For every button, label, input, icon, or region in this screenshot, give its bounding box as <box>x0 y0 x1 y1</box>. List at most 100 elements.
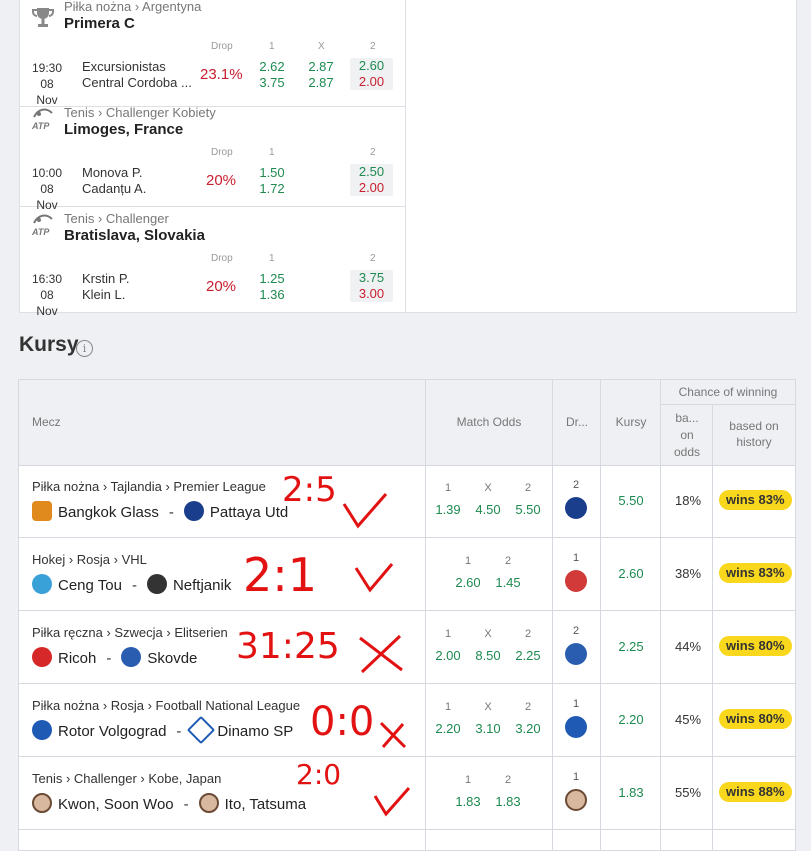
ceng-tou-logo-icon <box>32 574 52 594</box>
drop-header: Drop <box>211 147 233 158</box>
match-teams[interactable]: Rotor Volgograd - Dinamo SP <box>32 715 293 745</box>
match-path[interactable]: Piłka nożna › Rosja › Football National … <box>32 698 300 713</box>
drop-item[interactable]: Piłka nożna › Argentyna Primera C Drop 1… <box>20 0 407 107</box>
odds-table: Mecz Match Odds Dr... Kursy Chance of wi… <box>18 379 796 851</box>
odds-header-2: 2 <box>370 147 376 158</box>
odds-col-1: 1.50 1.72 <box>259 165 285 196</box>
odds-value[interactable]: 2.20 <box>428 721 468 736</box>
odds-value[interactable]: 1.83 <box>488 794 528 809</box>
odds-box-2[interactable]: 2.60 2.00 <box>350 58 393 90</box>
header-mecz[interactable]: Mecz <box>32 414 61 430</box>
match-teams[interactable]: Ricoh - Skovde <box>32 647 197 669</box>
header-based-odds[interactable]: ba... on odds <box>667 410 707 461</box>
league-name[interactable]: Bratislava, Slovakia <box>64 227 205 244</box>
header-based-history[interactable]: based on history <box>719 418 789 450</box>
match-teams[interactable]: Ceng Tou - Neftjanik <box>32 574 231 596</box>
header-drop[interactable]: Dr... <box>553 414 601 430</box>
drop-team-logo-icon <box>565 570 587 592</box>
odds-value[interactable]: 5.50 <box>508 502 548 517</box>
table-row[interactable]: Hokej › Rosja › VHL Ceng Tou - Neftjanik 1… <box>19 538 795 611</box>
player-avatar-icon <box>32 793 52 813</box>
annotation-score: 0:0 <box>310 699 375 745</box>
table-header: Mecz Match Odds Dr... Kursy Chance of wi… <box>19 380 795 466</box>
odds-value[interactable]: 1.45 <box>488 575 528 590</box>
drop-percentage: 20% <box>206 172 237 189</box>
table-row[interactable]: Piłka ręczna › Szwecja › Elitserien Rico… <box>19 611 795 684</box>
match-teams[interactable]: Kwon, Soon Woo - Ito, Tatsuma <box>32 793 306 815</box>
drop-percentage: 23.1% <box>200 66 243 83</box>
odds-header-1: 1 <box>269 147 275 158</box>
chance-odds: 45% <box>674 712 702 727</box>
odds-value[interactable]: 4.50 <box>468 502 508 517</box>
odds-label: 1 <box>444 701 452 713</box>
match-teams[interactable]: Krstin P. Klein L. <box>82 271 200 303</box>
header-match-odds[interactable]: Match Odds <box>426 414 552 430</box>
odds-label: 1 <box>444 482 452 494</box>
odds-label: 2 <box>524 628 532 640</box>
drop-header: Drop <box>211 41 233 52</box>
odds-value[interactable]: 2.25 <box>508 648 548 663</box>
bangkok-glass-logo-icon <box>32 501 52 521</box>
odds-value[interactable]: 1.39 <box>428 502 468 517</box>
player-avatar-icon <box>198 793 219 813</box>
drop-player-avatar-icon <box>565 789 587 811</box>
odds-header-1: 1 <box>269 41 275 52</box>
drop-team-logo-icon <box>565 643 587 665</box>
kurs-value[interactable]: 2.20 <box>601 712 661 727</box>
drop-item[interactable]: ATP Tenis › Challenger Bratislava, Slova… <box>20 206 407 318</box>
trophy-icon <box>32 8 54 27</box>
header-kursy[interactable]: Kursy <box>601 414 661 430</box>
wins-badge: wins 83% <box>719 563 792 583</box>
drop-percentage: 20% <box>206 278 237 295</box>
odds-value[interactable]: 3.10 <box>468 721 508 736</box>
odds-value[interactable]: 3.20 <box>508 721 548 736</box>
match-teams[interactable]: Excursionistas Central Cordoba ... <box>82 59 200 91</box>
odds-label: 2 <box>524 482 532 494</box>
sport-path[interactable]: Tenis › Challenger Kobiety <box>64 105 216 120</box>
atp-tennis-icon: ATP <box>31 108 53 131</box>
odds-box-2[interactable]: 2.50 2.00 <box>350 164 393 196</box>
annotation-score: 31:25 <box>236 626 340 667</box>
kurs-value[interactable]: 1.83 <box>601 785 661 800</box>
league-name[interactable]: Primera C <box>64 15 135 32</box>
odds-value[interactable]: 8.50 <box>468 648 508 663</box>
cross-icon <box>379 721 407 749</box>
odds-value[interactable]: 2.60 <box>448 575 488 590</box>
kurs-value[interactable]: 5.50 <box>601 493 661 508</box>
kurs-value[interactable]: 2.25 <box>601 639 661 654</box>
table-row[interactable]: Piłka nożna › Tajlandia › Premier League… <box>19 465 795 538</box>
odds-col-1: 1.25 1.36 <box>259 271 285 302</box>
dropping-odds-panel: Piłka nożna › Argentyna Primera C Drop 1… <box>19 0 408 318</box>
sport-path[interactable]: Piłka nożna › Argentyna <box>64 0 201 14</box>
league-name[interactable]: Limoges, France <box>64 121 183 138</box>
match-path[interactable]: Tenis › Challenger › Kobe, Japan <box>32 771 221 786</box>
drop-team-logo-icon <box>565 716 587 738</box>
odds-label: X <box>484 628 492 640</box>
drop-header: Drop <box>211 253 233 264</box>
odds-value[interactable]: 2.00 <box>428 648 468 663</box>
kurs-value[interactable]: 2.60 <box>601 566 661 581</box>
drop-label: 1 <box>572 771 580 783</box>
odds-header-x: X <box>318 41 325 52</box>
odds-label: 1 <box>444 628 452 640</box>
info-icon[interactable]: i <box>76 340 93 357</box>
svg-text:ATP: ATP <box>31 227 50 237</box>
odds-label: 2 <box>504 555 512 567</box>
match-path[interactable]: Piłka nożna › Tajlandia › Premier League <box>32 479 266 494</box>
odds-value[interactable]: 1.83 <box>448 794 488 809</box>
odds-header-2: 2 <box>370 41 376 52</box>
checkmark-icon <box>342 493 388 529</box>
match-path[interactable]: Piłka ręczna › Szwecja › Elitserien <box>32 625 228 640</box>
match-teams[interactable]: Bangkok Glass - Pattaya Utd <box>32 501 288 523</box>
sport-path[interactable]: Tenis › Challenger <box>64 211 169 226</box>
match-teams[interactable]: Monova P. Cadanțu A. <box>82 165 200 197</box>
svg-text:ATP: ATP <box>31 121 50 131</box>
chance-odds: 38% <box>674 566 702 581</box>
drop-item[interactable]: ATP Tenis › Challenger Kobiety Limoges, … <box>20 100 407 212</box>
atp-tennis-icon: ATP <box>31 214 53 237</box>
drop-label: 1 <box>572 698 580 710</box>
ricoh-logo-icon <box>32 647 52 667</box>
odds-label: 2 <box>504 774 512 786</box>
match-path[interactable]: Hokej › Rosja › VHL <box>32 552 147 567</box>
odds-box-2[interactable]: 3.75 3.00 <box>350 270 393 302</box>
